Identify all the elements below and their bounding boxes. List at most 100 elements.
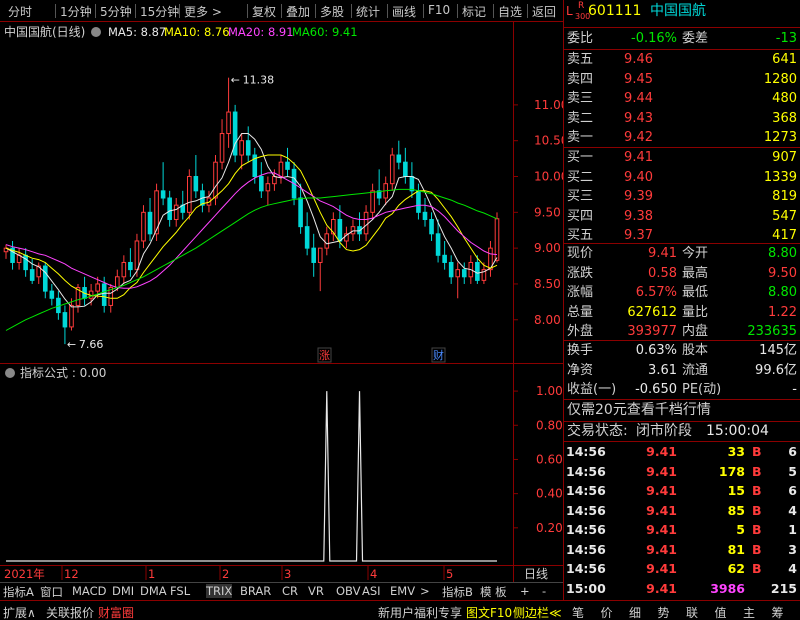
candle [219, 119, 225, 170]
tick-flag: B [752, 463, 762, 479]
indicator-tick-label: 1.00 [536, 384, 563, 398]
status-btn-right-3[interactable]: 势 [658, 604, 670, 620]
fund-value: -0.650 [635, 382, 677, 397]
indicator-tab-7[interactable]: BRAR [240, 584, 271, 598]
tick-row: 14:56 9.41 15 B 6 [564, 481, 800, 500]
status-btn-mid-0[interactable]: 新用户福利专享 [378, 604, 462, 620]
indicator-tab-11[interactable]: ASI [362, 584, 381, 598]
tick-row: 15:00 9.41 3986 215 [564, 579, 800, 598]
toolbar-separator [457, 4, 458, 18]
indicator-tab-10[interactable]: OBV [336, 584, 360, 598]
toolbar-btn-1[interactable]: 1分钟 [60, 3, 92, 20]
toolbar-btn-7[interactable]: 多股 [320, 3, 344, 20]
chart-title: 中国国航(日线) [4, 24, 85, 39]
indicator-tab-9[interactable]: VR [308, 584, 324, 598]
status-btn-right-1[interactable]: 价 [601, 604, 613, 620]
candle [403, 147, 408, 184]
toolbar-btn-0[interactable]: 分时 [8, 3, 32, 20]
price-tick-label: 8.00 [534, 313, 561, 327]
indicator-tab-17[interactable]: - [542, 584, 546, 598]
toolbar-btn-13[interactable]: 返回 [532, 3, 556, 20]
toolbar-btn-5[interactable]: 复权 [252, 3, 276, 20]
candle [370, 183, 375, 220]
stat-row: 涨跌 0.58 最高 9.50 [564, 264, 800, 283]
indicator-tab-2[interactable]: MACD [72, 584, 106, 598]
kline-chart[interactable]: 11.0010.5010.009.509.008.508.00中国国航(日线)M… [0, 22, 563, 600]
toolbar-btn-8[interactable]: 统计 [356, 3, 380, 20]
toolbar-btn-12[interactable]: 自选 [498, 3, 522, 20]
status-time: 15:00:04 [706, 423, 769, 439]
tick-time: 15:00 [566, 580, 606, 596]
candle [357, 212, 362, 241]
fund-row: 换手 0.63% 股本 145亿 [564, 341, 800, 360]
toolbar-btn-2[interactable]: 5分钟 [100, 3, 132, 20]
stat-label: 现价 [567, 246, 594, 261]
status-btn-right-2[interactable]: 细 [629, 604, 641, 620]
indicator-tab-8[interactable]: CR [282, 584, 298, 598]
toolbar-btn-6[interactable]: 叠加 [286, 3, 310, 20]
indicator-tab-1[interactable]: 窗口 [40, 584, 63, 600]
ask-row: 卖四 9.45 1280 [564, 70, 800, 89]
xaxis-label: 1 [148, 567, 155, 581]
tick-volume: 81 [727, 541, 745, 557]
max-price-arrow-icon: ← [231, 74, 240, 87]
toolbar-btn-4[interactable]: 更多 > [184, 3, 222, 20]
status-btn-left-1[interactable]: 关联报价 [46, 604, 94, 620]
indicator-tab-14[interactable]: 指标B [442, 584, 473, 600]
status-btn-right-6[interactable]: 主 [743, 604, 755, 620]
toolbar-btn-11[interactable]: 标记 [462, 3, 486, 20]
indicator-tab-16[interactable]: + [520, 584, 530, 598]
chart-menu-icon[interactable] [91, 27, 101, 37]
indicator-menu-icon[interactable] [5, 368, 15, 378]
candle [331, 212, 336, 241]
toolbar-btn-9[interactable]: 画线 [392, 3, 416, 20]
status-btn-right-4[interactable]: 联 [686, 604, 698, 620]
xaxis-label: 3 [284, 567, 291, 581]
indicator-tick-label: 0.80 [536, 418, 563, 432]
candle [389, 147, 395, 191]
candle [69, 298, 74, 331]
price-tick-label: 10.50 [534, 134, 563, 148]
toolbar-separator [387, 4, 388, 18]
status-btn-mid-2[interactable]: 侧边栏≪ [513, 604, 562, 620]
toolbar-btn-3[interactable]: 15分钟 [140, 3, 179, 20]
period-label[interactable]: 日线 [524, 567, 548, 581]
candle [376, 169, 382, 206]
tick-price: 9.41 [646, 483, 677, 498]
bid-label: 买一 [567, 150, 594, 165]
status-row: 交易状态: 闭市阶段 15:00:04 [564, 422, 800, 441]
candle [147, 198, 153, 241]
event-badge-zhang[interactable]: 涨 [317, 347, 332, 363]
indicator-tab-12[interactable]: EMV [390, 584, 415, 598]
status-btn-left-0[interactable]: 扩展∧ [3, 604, 36, 620]
tick-price: 9.41 [646, 580, 677, 596]
status-btn-mid-1[interactable]: 图文F10 [466, 604, 512, 620]
bid-price: 9.41 [624, 150, 653, 165]
indicator-tab-4[interactable]: DMA [140, 584, 167, 598]
status-btn-right-7[interactable]: 筹 [772, 604, 784, 620]
event-badge-cai[interactable]: 财 [431, 347, 446, 363]
status-btn-right-5[interactable]: 值 [715, 604, 727, 620]
tick-count: 1 [788, 522, 797, 537]
candle [16, 248, 22, 270]
indicator-tab-15[interactable]: 模 板 [480, 584, 507, 600]
fund-row: 净资 3.61 流通 99.6亿 [564, 361, 800, 380]
indicator-tab-0[interactable]: 指标A [3, 584, 34, 600]
indicator-tab-6[interactable]: TRIX [206, 584, 233, 598]
tick-row: 14:56 9.41 81 B 3 [564, 540, 800, 559]
candle [416, 183, 421, 220]
indicator-tab-5[interactable]: FSL [170, 584, 190, 598]
toolbar-btn-10[interactable]: F10 [428, 3, 450, 17]
min-price-arrow-icon: ← [67, 338, 76, 351]
tick-price: 9.41 [646, 522, 677, 537]
tick-volume: 62 [727, 561, 745, 576]
promo-link[interactable]: 仅需20元查看千档行情 [567, 401, 711, 420]
toolbar-separator [179, 4, 180, 18]
tick-count: 4 [788, 561, 797, 576]
status-btn-right-0[interactable]: 笔 [572, 604, 584, 620]
status-btn-left-2[interactable]: 财富圈 [98, 604, 134, 620]
stat-label: 量比 [682, 304, 709, 320]
indicator-tab-3[interactable]: DMI [112, 584, 134, 598]
indicator-tab-13[interactable]: > [420, 584, 430, 598]
candle [226, 77, 231, 148]
